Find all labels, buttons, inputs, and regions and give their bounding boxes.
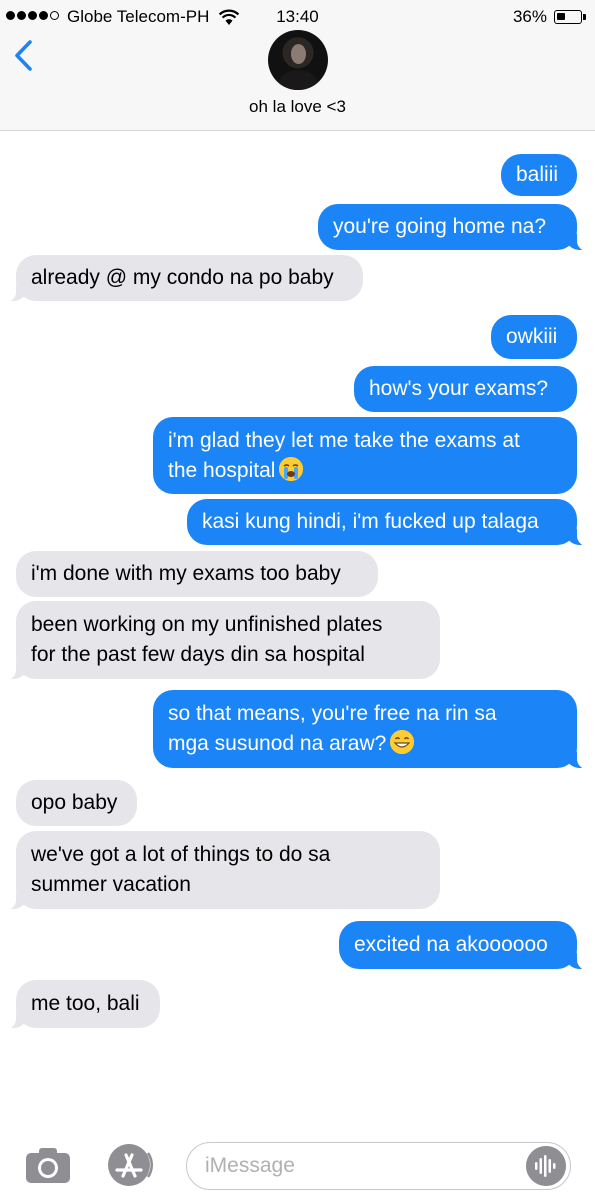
message-text: opo baby [31,791,118,814]
navigation-header: Globe Telecom-PH 13:40 36% oh la love <3 [0,0,595,131]
message-bubble-received[interactable]: me too, bali [4,980,160,1029]
message-text: already @ my condo na po baby [31,266,334,289]
message-text: how's your exams? [369,377,549,400]
message-bubble-received[interactable]: already @ my condo na po baby [4,255,363,302]
grinning-face-icon [390,730,415,754]
message-bubble-sent[interactable]: owkiii [491,315,577,359]
battery-percentage: 36% [512,7,547,26]
message-bubble-sent[interactable]: kasi kung hindi, i'm fucked up talaga [187,499,589,546]
message-bubble-sent[interactable]: you're going home na? [318,204,589,251]
audio-waveform-icon[interactable] [526,1146,566,1186]
message-text: baliii [516,163,559,186]
camera-icon[interactable] [24,1145,72,1185]
message-text: me too, bali [31,992,140,1015]
loudly-crying-face-icon [279,456,304,481]
message-bubble-received[interactable]: we've got a lot of things to do sa summe… [4,831,440,910]
battery-icon [554,10,582,24]
message-input[interactable]: iMessage [186,1142,571,1190]
message-bubble-sent[interactable]: i'm glad they let me take the exams at t… [153,417,577,494]
app-store-icon[interactable] [102,1143,156,1187]
message-text: excited na akoooooo [354,933,548,956]
message-bubble-sent[interactable]: excited na akoooooo [339,921,589,970]
battery-cap [583,14,586,20]
clock: 13:40 [276,7,319,26]
message-text: you're going home na? [333,215,546,238]
contact-avatar[interactable] [268,30,328,90]
message-bubble-sent[interactable]: so that means, you're free na rin sa mga… [153,690,589,769]
message-text: kasi kung hindi, i'm fucked up talaga [202,510,539,533]
message-text: been working on my unfinished plates for… [31,613,383,666]
contact-name[interactable]: oh la love <3 [0,97,595,117]
message-bubble-sent[interactable]: baliii [501,154,577,196]
message-text: i'm done with my exams too baby [31,562,341,585]
message-bubble-received[interactable]: i'm done with my exams too baby [16,551,378,597]
message-bubble-received[interactable]: opo baby [16,780,137,826]
status-bar: Globe Telecom-PH 13:40 36% [0,0,595,34]
message-bubble-sent[interactable]: how's your exams? [354,366,577,412]
message-text: so that means, you're free na rin sa mga… [168,702,497,755]
message-text: i'm glad they let me take the exams at t… [168,428,520,482]
message-text: we've got a lot of things to do sa summe… [31,843,331,896]
message-text: owkiii [506,325,558,348]
message-bubble-received[interactable]: been working on my unfinished plates for… [4,601,440,680]
message-input-placeholder: iMessage [205,1154,295,1177]
chevron-left-icon[interactable] [10,36,40,76]
